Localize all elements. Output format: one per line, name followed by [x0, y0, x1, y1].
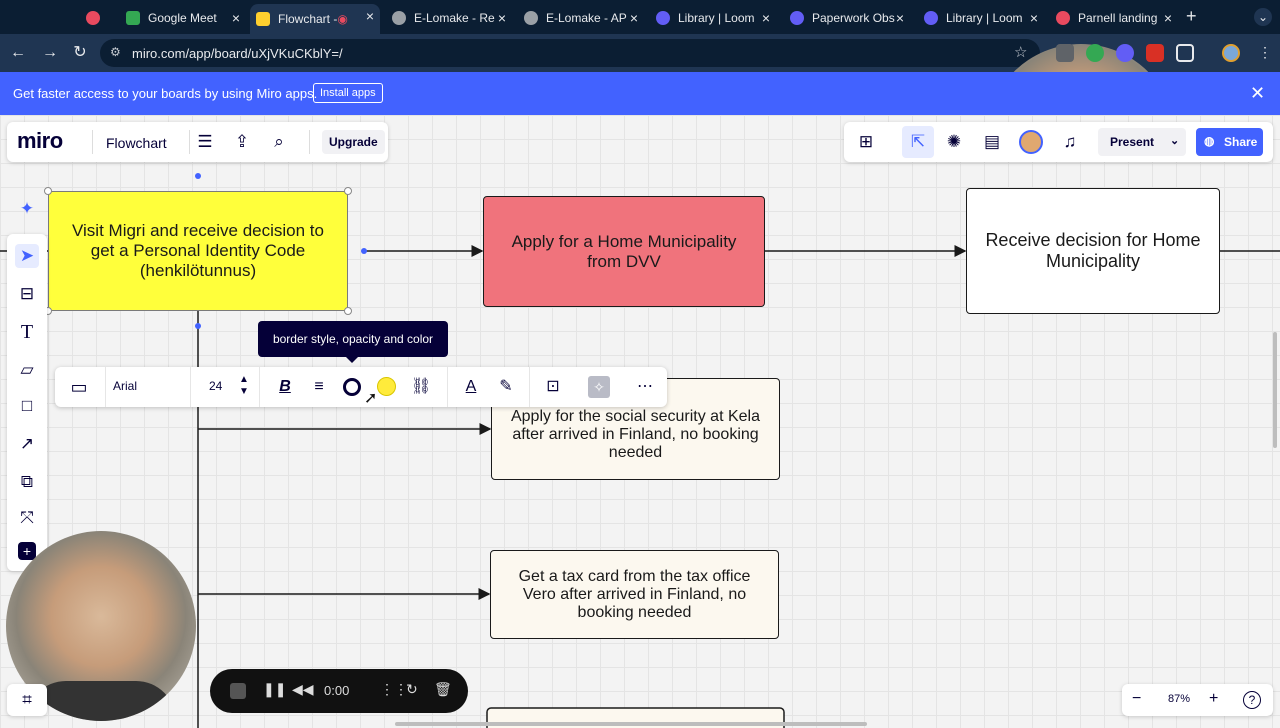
selection-handle[interactable]	[361, 248, 367, 254]
chevron-down-icon[interactable]: ⌄	[1170, 134, 1179, 147]
notifications-bell-icon[interactable]: ♫	[1058, 131, 1082, 153]
sticky-note-icon[interactable]: ▱	[15, 358, 39, 382]
search-icon[interactable]: ⌕	[268, 131, 290, 153]
resize-handle[interactable]	[344, 187, 352, 195]
rewind-icon[interactable]: ◀◀	[292, 681, 314, 698]
selection-handle[interactable]	[195, 323, 201, 329]
reactions-icon[interactable]: ✺	[942, 131, 966, 153]
tooltip: border style, opacity and color	[258, 321, 448, 363]
lock-icon[interactable]: ⊡	[543, 376, 563, 398]
share-label: Share	[1224, 135, 1258, 149]
divider	[190, 367, 191, 407]
node-tax-card[interactable]: Get a tax card from the tax office Vero …	[490, 550, 779, 639]
shapes-library-icon[interactable]: ⧉	[15, 470, 39, 494]
node-home-municipality[interactable]: Apply for a Home Municipality from DVV	[483, 196, 765, 307]
node-text: Visit Migri and receive decision to get …	[72, 221, 324, 280]
divider	[105, 367, 106, 407]
share-button[interactable]: ◍ Share	[1196, 128, 1263, 156]
upgrade-button[interactable]: Upgrade	[322, 130, 385, 154]
comments-icon[interactable]: ▤	[980, 131, 1004, 153]
highlight-marker-icon[interactable]: ✎	[496, 376, 516, 398]
ai-magic-icon[interactable]: ✧	[588, 376, 610, 398]
export-icon[interactable]: ⇪	[231, 131, 253, 153]
node-receive-decision[interactable]: Receive decision for Home Municipality	[966, 188, 1220, 314]
font-family-select[interactable]: Arial	[113, 379, 137, 393]
node-text: Get a tax card from the tax office Vero …	[518, 567, 751, 621]
shape-type-icon[interactable]: ▭	[69, 376, 89, 398]
collaboration-bar: ⊞ ⇱ ✺ ▤ ♫ Present ⌄ ◍ Share	[844, 122, 1273, 162]
divider	[309, 130, 310, 154]
collaborator-avatar[interactable]	[1019, 130, 1043, 154]
miro-logo[interactable]: miro	[17, 128, 63, 154]
pause-icon[interactable]: ❚❚	[263, 681, 286, 698]
font-size-input[interactable]: 24	[209, 379, 222, 393]
present-label: Present	[1110, 135, 1155, 149]
frame-icon[interactable]: ⌗	[15, 688, 39, 712]
ai-sparkle-icon[interactable]: ✦	[15, 197, 39, 221]
zoom-in-icon[interactable]: +	[1209, 690, 1218, 708]
add-more-icon[interactable]: +	[18, 542, 36, 560]
webcam-person	[26, 681, 176, 721]
fill-color-swatch[interactable]	[377, 377, 396, 396]
zoom-out-icon[interactable]: −	[1132, 690, 1141, 708]
templates-icon[interactable]: ⊟	[15, 282, 39, 306]
present-button[interactable]: Present ⌄	[1098, 128, 1186, 156]
node-text: Apply for the social security at Kela af…	[510, 408, 760, 461]
select-cursor-icon[interactable]: ➤	[15, 244, 39, 268]
shape-tool-icon[interactable]: □	[15, 394, 39, 418]
shape-context-toolbar: ▭ Arial 24 ▲ ▼ B ≡ ⛓ A ✎ ⊡ ✧ ⋯	[55, 367, 667, 407]
ai-assist-slot: ✦	[7, 192, 47, 226]
divider	[447, 367, 448, 407]
more-options-icon[interactable]: ⋯	[635, 376, 655, 398]
trash-icon[interactable]: 🗑	[434, 681, 452, 698]
vertical-scrollbar[interactable]	[1273, 332, 1277, 448]
apps-grid-icon[interactable]: ⊞	[854, 131, 878, 153]
divider	[529, 367, 530, 407]
drag-handle-icon[interactable]: ⋮⋮	[380, 681, 408, 698]
mouse-pointer-icon: ➚	[364, 390, 378, 407]
globe-icon: ◍	[1204, 134, 1215, 148]
node-text: Receive decision for Home Municipality	[985, 230, 1201, 271]
frames-panel-toggle[interactable]: ⌗	[7, 684, 47, 716]
bold-icon[interactable]: B	[277, 376, 293, 398]
board-header: miro Flowchart ☰ ⇪ ⌕ Upgrade	[7, 122, 388, 162]
border-style-icon[interactable]	[343, 378, 361, 396]
font-size-stepper-icon[interactable]: ▲ ▼	[239, 374, 249, 397]
recording-controls: ❚❚ ◀◀ 0:00 ⋮⋮ ↻ 🗑	[210, 669, 468, 713]
creation-toolbar: ➤ ⊟ T ▱ □ ↗ ⧉ ⤧ +	[7, 234, 47, 571]
text-color-icon[interactable]: A	[461, 376, 481, 398]
stop-icon[interactable]	[230, 683, 246, 699]
connector-arrow-icon[interactable]: ↗	[15, 432, 39, 456]
resize-handle[interactable]	[344, 307, 352, 315]
hamburger-menu-icon[interactable]: ☰	[194, 131, 216, 153]
help-icon[interactable]: ?	[1243, 691, 1261, 709]
zoom-controls: − 87% + ?	[1122, 684, 1273, 716]
recording-timer: 0:00	[324, 683, 350, 698]
selection-handle[interactable]	[195, 173, 201, 179]
divider	[92, 130, 93, 154]
align-center-icon[interactable]: ≡	[309, 376, 329, 398]
restart-icon[interactable]: ↻	[406, 681, 418, 698]
divider	[189, 130, 190, 154]
node-text: Apply for a Home Municipality from DVV	[511, 231, 737, 271]
text-tool-icon[interactable]: T	[15, 320, 39, 344]
zoom-level[interactable]: 87%	[1168, 693, 1190, 705]
divider	[259, 367, 260, 407]
link-icon[interactable]: ⛓	[411, 376, 431, 398]
node-visit-migri[interactable]: Visit Migri and receive decision to get …	[48, 191, 348, 311]
interaction-mode-icon[interactable]: ⇱	[902, 126, 934, 158]
horizontal-scrollbar[interactable]	[395, 722, 867, 726]
frames-icon[interactable]: ⤧	[15, 506, 39, 530]
board-title[interactable]: Flowchart	[106, 135, 167, 151]
